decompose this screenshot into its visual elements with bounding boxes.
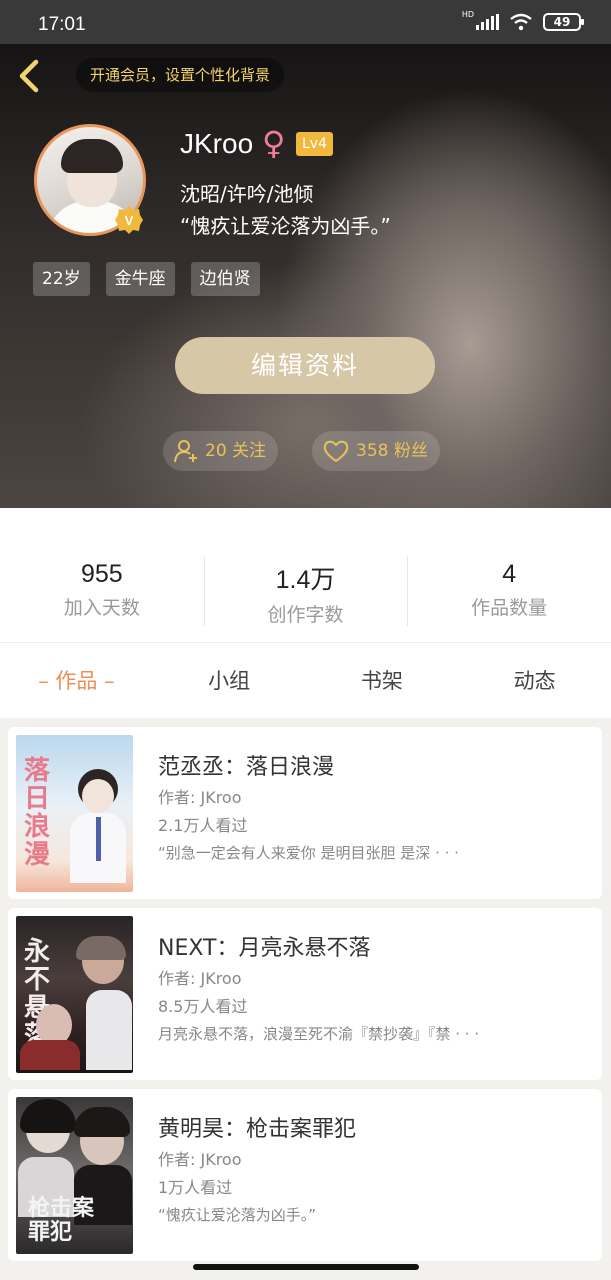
following-button[interactable]: 20 关注 xyxy=(163,431,279,471)
work-author: 作者: JKroo xyxy=(158,969,242,988)
cover-title-art: 落日浪漫 xyxy=(24,756,51,870)
svg-text:V: V xyxy=(125,213,134,228)
profile-header: 开通会员，设置个性化背景 V JKroo ♀ Lv4 沈昭/许吟/池倾 “愧疚让… xyxy=(0,44,611,508)
work-views: 8.5万人看过 xyxy=(158,997,248,1016)
work-description: “愧疚让爱沦落为凶手。” xyxy=(158,1206,317,1224)
work-cover-image: 永不悬落 xyxy=(16,916,133,1073)
tag-age: 22岁 xyxy=(33,262,90,296)
following-count: 20 关注 xyxy=(205,441,267,461)
stat-works-count: 4 作品数量 xyxy=(407,508,611,642)
work-views: 1万人看过 xyxy=(158,1178,233,1197)
profile-stats: 955 加入天数 1.4万 创作字数 4 作品数量 xyxy=(0,508,611,642)
wifi-icon xyxy=(510,13,532,31)
stat-label: 创作字数 xyxy=(267,604,344,626)
work-cover-image: 落日浪漫 xyxy=(16,735,133,892)
followers-button[interactable]: 358 粉丝 xyxy=(312,431,440,471)
work-card[interactable]: 枪击案罪犯 黄明昊：枪击案罪犯 作者: JKroo 1万人看过 “愧疚让爱沦落为… xyxy=(8,1089,602,1261)
avatar-hair-shape xyxy=(61,139,123,173)
work-card[interactable]: 永不悬落 NEXT：月亮永悬不落 作者: JKroo 8.5万人看过 月亮永悬不… xyxy=(8,908,602,1080)
stat-word-count: 1.4万 创作字数 xyxy=(203,508,408,642)
heart-icon xyxy=(323,440,349,463)
signal-icon xyxy=(476,14,499,30)
stat-value: 4 xyxy=(502,560,517,588)
battery-icon: 49 xyxy=(543,13,584,31)
home-indicator[interactable] xyxy=(193,1264,419,1270)
work-author: 作者: JKroo xyxy=(158,788,242,807)
network-type-label: HD xyxy=(461,9,474,19)
edit-profile-button[interactable]: 编辑资料 xyxy=(175,337,435,394)
works-list: 落日浪漫 范丞丞：落日浪漫 作者: JKroo 2.1万人看过 “别急一定会有人… xyxy=(8,727,602,1270)
status-icons: HD 49 xyxy=(461,9,584,31)
verified-v-icon: V xyxy=(115,206,143,234)
user-add-icon xyxy=(174,440,197,463)
vip-background-banner[interactable]: 开通会员，设置个性化背景 xyxy=(76,58,285,92)
profile-tabs: – 作品 – 小组 书架 动态 xyxy=(0,642,611,718)
tab-activity[interactable]: 动态 xyxy=(458,643,611,718)
stat-days-joined: 955 加入天数 xyxy=(0,508,204,642)
stat-label: 作品数量 xyxy=(471,597,548,619)
signature-line-1: 沈昭/许吟/池倾 xyxy=(180,182,314,206)
work-author: 作者: JKroo xyxy=(158,1150,242,1169)
username: JKroo xyxy=(180,128,254,159)
work-cover-image: 枪击案罪犯 xyxy=(16,1097,133,1254)
level-badge: Lv4 xyxy=(296,132,333,156)
followers-count: 358 粉丝 xyxy=(356,441,428,461)
work-description: 月亮永悬不落，浪漫至死不渝『禁抄袭』『禁 · · · xyxy=(158,1025,480,1043)
work-title: 范丞丞：落日浪漫 xyxy=(158,755,335,780)
work-title: 黄明昊：枪击案罪犯 xyxy=(158,1117,357,1142)
work-card[interactable]: 落日浪漫 范丞丞：落日浪漫 作者: JKroo 2.1万人看过 “别急一定会有人… xyxy=(8,727,602,899)
stat-value: 955 xyxy=(80,560,123,588)
back-button[interactable] xyxy=(14,58,44,94)
chevron-left-icon xyxy=(19,59,39,93)
tag-zodiac: 金牛座 xyxy=(105,262,175,296)
status-time: 17:01 xyxy=(38,14,86,35)
signature-line-2: “愧疚让爱沦落为凶手。” xyxy=(180,214,391,238)
stat-value: 1.4万 xyxy=(275,566,336,594)
tab-groups[interactable]: 小组 xyxy=(153,643,306,718)
status-bar: 17:01 HD 49 xyxy=(0,0,611,44)
stat-label: 加入天数 xyxy=(63,597,140,619)
work-views: 2.1万人看过 xyxy=(158,816,248,835)
cover-title-art: 枪击案罪犯 xyxy=(28,1196,95,1245)
work-title: NEXT：月亮永悬不落 xyxy=(158,936,371,961)
work-description: “别急一定会有人来爱你 是明目张胆 是深 · · · xyxy=(158,844,459,862)
tag-idol: 边伯贤 xyxy=(190,262,260,296)
tab-works[interactable]: – 作品 – xyxy=(0,643,153,718)
tab-bookshelf[interactable]: 书架 xyxy=(306,643,459,718)
profile-tags: 22岁 金牛座 边伯贤 xyxy=(33,262,260,296)
female-gender-icon: ♀ xyxy=(262,124,286,162)
